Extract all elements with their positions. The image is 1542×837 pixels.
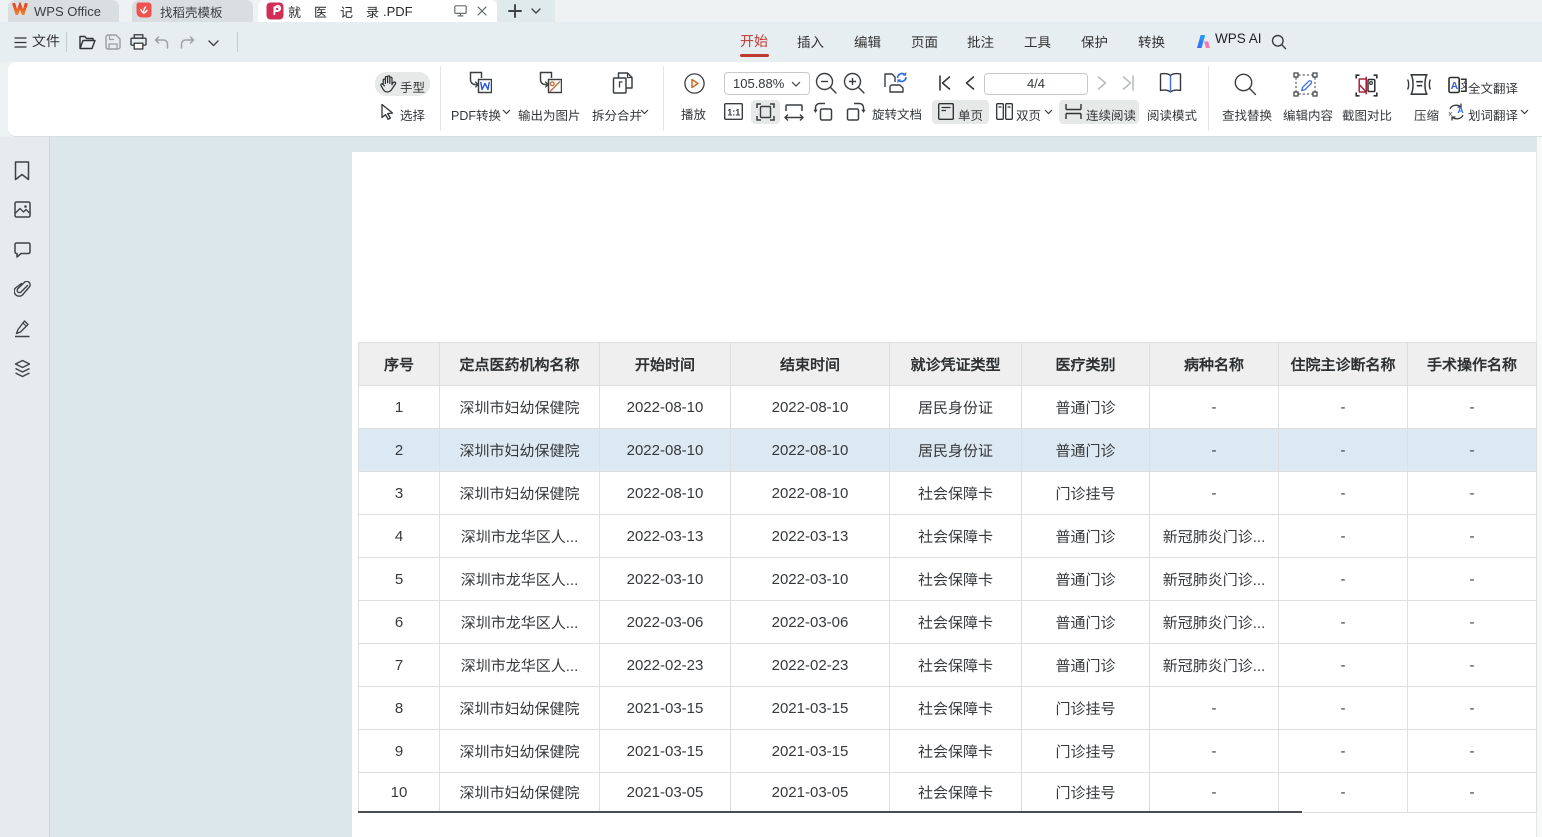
svg-text:1:1: 1:1 (727, 107, 740, 117)
svg-text:文: 文 (1460, 79, 1467, 91)
svg-text:A: A (1458, 105, 1464, 115)
svg-text:A: A (1451, 80, 1459, 92)
svg-text:P: P (273, 6, 281, 18)
svg-text:x: x (1449, 109, 1453, 118)
